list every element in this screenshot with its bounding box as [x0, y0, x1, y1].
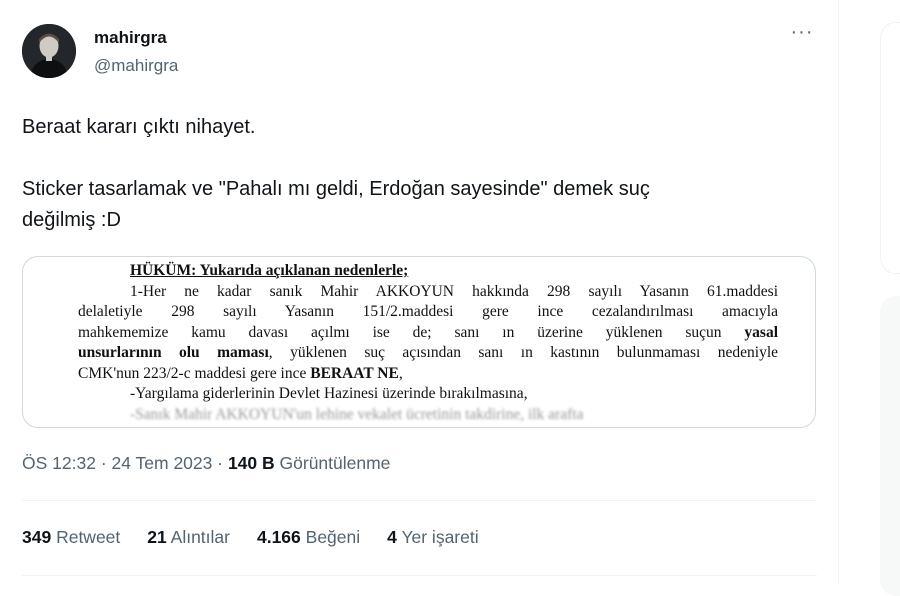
court-document-excerpt: HÜKÜM: Yukarıda açıklanan nedenlerle; 1-… — [78, 261, 778, 425]
retweets-count: 349 — [22, 527, 52, 547]
tweet-text-line: Sticker tasarlamak ve "Pahalı mı geldi, … — [22, 178, 650, 200]
tweet-metadata: ÖS 12:32 · 24 Tem 2023 · 140 B Görüntüle… — [22, 453, 390, 474]
document-line-cut: -Sanık Mahir AKKOYUN'un lehine vekalet ü… — [130, 405, 584, 423]
quotes-count: 21 — [147, 527, 167, 547]
engagement-stats: 349 Retweet 21 Alıntılar 4.166 Beğeni 4 … — [22, 527, 506, 548]
likes-label: Beğeni — [305, 527, 361, 547]
more-horizontal-icon: ··· — [790, 21, 814, 43]
bookmarks-stat[interactable]: 4 Yer işareti — [387, 527, 478, 548]
quotes-label: Alıntılar — [170, 527, 230, 547]
column-separator — [838, 0, 839, 583]
retweets-stat[interactable]: 349 Retweet — [22, 527, 120, 548]
sidebar-card — [880, 296, 900, 596]
avatar[interactable] — [22, 24, 76, 78]
user-handle[interactable]: @mahirgra — [94, 56, 178, 76]
display-name[interactable]: mahirgra — [94, 28, 167, 48]
more-options-button[interactable]: ··· — [786, 22, 818, 50]
sidebar-card — [880, 22, 900, 274]
document-bold-text: yasal — [744, 323, 779, 341]
document-text: CMK'nun 223/2-c maddesi gere ince — [78, 364, 307, 382]
attached-image[interactable]: HÜKÜM: Yukarıda açıklanan nedenlerle; 1-… — [22, 256, 816, 428]
document-text: , — [398, 364, 403, 382]
tweet-paragraph: Beraat kararı çıktı nihayet. — [22, 116, 256, 138]
bookmarks-count: 4 — [387, 527, 397, 547]
document-line: delaletiyle 298 sayılı Yasanın 151/2.mad… — [78, 303, 778, 320]
document-line: mahkememize kamu davası açılmı ise de; s… — [78, 323, 778, 344]
document-line: unsurlarının olu maması, yüklenen suç aç… — [78, 343, 778, 364]
document-text: mahkememize kamu davası açılmı ise de; s… — [78, 323, 722, 341]
document-line: -Yargılama giderlerinin Devlet Hazinesi … — [130, 385, 528, 402]
tweet-paragraph: Sticker tasarlamak ve "Pahalı mı geldi, … — [22, 174, 812, 236]
likes-stat[interactable]: 4.166 Beğeni — [257, 527, 360, 548]
tweet-date[interactable]: 24 Tem 2023 — [112, 453, 213, 473]
tweet-text-line: değilmiş :D — [22, 209, 121, 231]
document-line: CMK'nun 223/2-c maddesi gere ince BERAAT… — [78, 364, 778, 385]
bookmarks-label: Yer işareti — [401, 527, 479, 547]
quotes-stat[interactable]: 21 Alıntılar — [147, 527, 230, 548]
tweet-text: Beraat kararı çıktı nihayet. Sticker tas… — [22, 112, 812, 236]
document-heading: HÜKÜM: Yukarıda açıklanan nedenlerle; — [130, 262, 409, 279]
document-text: , yüklenen suç açısından sanı ın kastını… — [268, 344, 779, 361]
document-line: 1-Her ne kadar sanık Mahir AKKOYUN hakkı… — [130, 282, 778, 300]
view-count-label: Görüntülenme — [274, 453, 391, 473]
tweet: mahirgra @mahirgra ··· Beraat kararı çık… — [0, 0, 838, 583]
view-count: 140 B — [227, 453, 275, 473]
meta-separator: · — [212, 453, 228, 473]
divider — [22, 575, 817, 576]
meta-separator: · — [95, 453, 112, 473]
document-bold-text: unsurlarının olu maması — [78, 344, 269, 361]
tweet-time[interactable]: ÖS 12:32 — [22, 453, 96, 473]
document-bold-text: BERAAT NE — [310, 364, 399, 382]
retweets-label: Retweet — [56, 527, 121, 547]
avatar-image — [22, 24, 76, 78]
divider — [22, 500, 817, 501]
likes-count: 4.166 — [256, 527, 301, 547]
